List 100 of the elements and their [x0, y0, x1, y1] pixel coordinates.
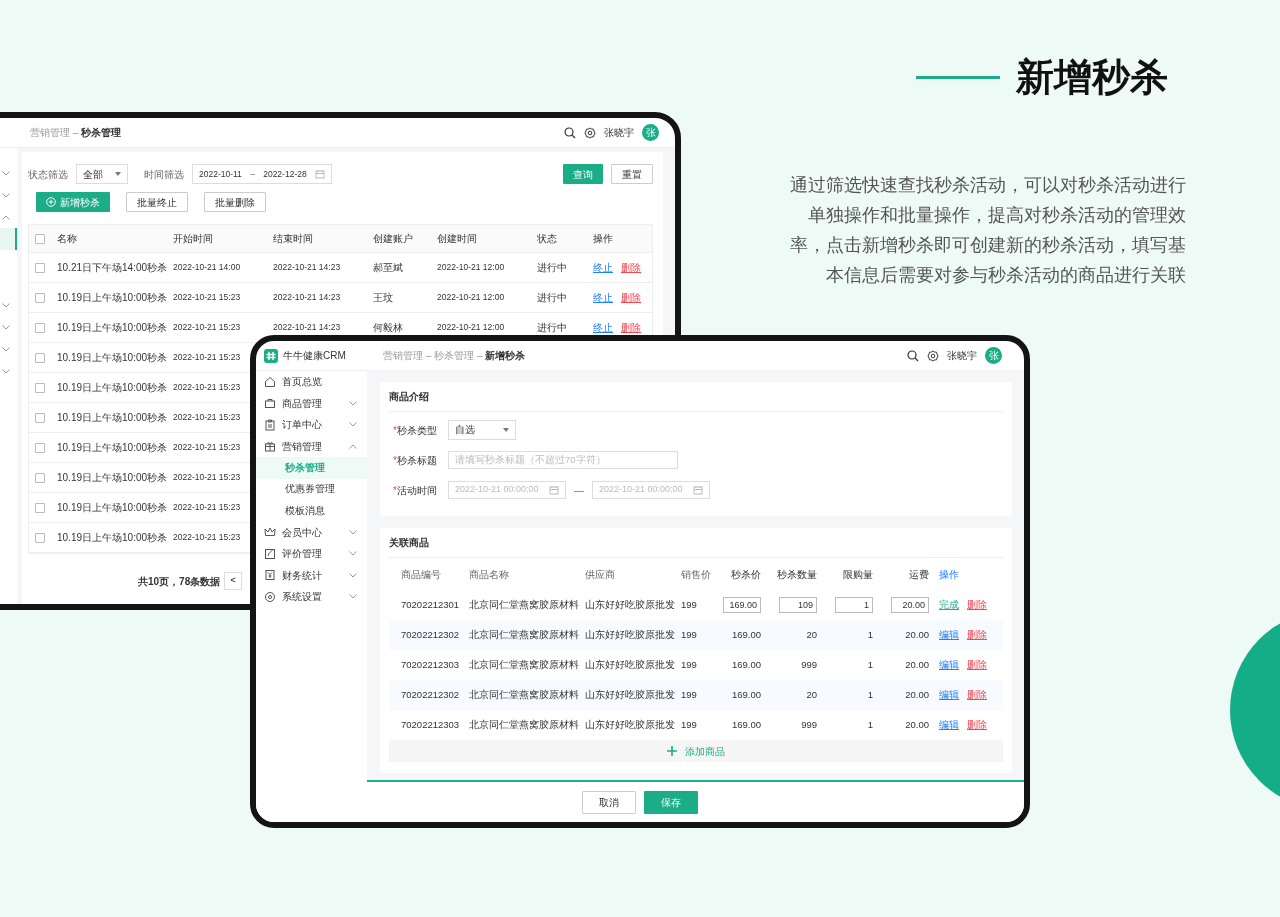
table-cell: 2022-10-21 15:23	[173, 351, 241, 364]
checkbox[interactable]	[35, 472, 45, 483]
number-input[interactable]: 169.00	[723, 597, 761, 613]
action-link[interactable]: 删除	[621, 290, 641, 305]
chevron-icon[interactable]	[2, 346, 10, 352]
table-cell: 2022-10-21 15:23	[173, 411, 241, 424]
table-cell-text: 169.00	[730, 717, 762, 732]
action-link[interactable]: 终止	[593, 320, 613, 335]
breadcrumb: 营销管理 – 秒杀管理	[30, 126, 122, 140]
checkbox[interactable]	[35, 233, 45, 244]
action-link[interactable]: 编辑	[939, 687, 959, 703]
type-select[interactable]: 自选	[448, 420, 516, 440]
batch-button[interactable]: 批量删除	[204, 192, 266, 212]
table-cell-text: 进行中	[537, 321, 567, 335]
edit-icon	[264, 547, 276, 560]
column-header: 结束时间	[273, 232, 313, 246]
reset-button[interactable]: 重置	[611, 164, 653, 184]
calendar-icon	[693, 485, 703, 495]
table-cell: 2022-10-21 15:23	[173, 501, 241, 514]
checkbox[interactable]	[35, 412, 45, 423]
table-cell-text: 山东好好吃胶原批发	[585, 687, 675, 702]
table-cell-text: 1	[866, 657, 874, 672]
chevron-icon[interactable]	[2, 214, 10, 220]
calendar-icon[interactable]	[314, 169, 325, 179]
action-link[interactable]: 编辑	[939, 627, 959, 643]
checkbox[interactable]	[35, 442, 45, 453]
menu-item[interactable]: 订单中心	[256, 414, 367, 436]
action-link[interactable]: 编辑	[939, 717, 959, 733]
table-cell-text: 10.19日上午场10:00秒杀	[57, 411, 168, 425]
checkbox[interactable]	[35, 322, 45, 333]
action-link[interactable]: 删除	[967, 627, 987, 643]
number-input[interactable]: 1	[835, 597, 873, 613]
search-icon[interactable]	[564, 126, 576, 139]
table-cell-text: 山东好好吃胶原批发	[585, 717, 675, 732]
save-button[interactable]: 保存	[644, 790, 698, 814]
batch-button[interactable]: 批量终止	[126, 192, 188, 212]
checkbox[interactable]	[35, 292, 45, 303]
action-link[interactable]: 删除	[967, 687, 987, 703]
cancel-button[interactable]: 取消	[582, 790, 636, 814]
menu-item[interactable]: 秒杀管理	[256, 457, 367, 479]
action-link[interactable]: 删除	[621, 260, 641, 275]
number-input[interactable]: 109	[779, 597, 817, 613]
settings-icon[interactable]	[584, 126, 596, 139]
add-product-button[interactable]: 添加商品	[389, 740, 1003, 762]
action-link[interactable]: 删除	[967, 717, 987, 733]
query-button[interactable]: 查询	[563, 164, 603, 184]
table-cell-text: 20.00	[904, 657, 930, 672]
action-link[interactable]: 完成	[939, 597, 959, 613]
table-cell-text: 北京同仁堂燕窝胶原材料	[469, 717, 579, 732]
action-link[interactable]: 删除	[967, 597, 987, 613]
bag-icon	[264, 397, 276, 410]
menu-item[interactable]: 首页总览	[256, 371, 367, 393]
checkbox[interactable]	[35, 532, 45, 543]
column-header: 运费	[908, 567, 930, 582]
calendar-icon	[549, 485, 559, 495]
menu-item[interactable]: 财务统计	[256, 564, 367, 586]
table-cell: 2022-10-21 15:23	[173, 531, 241, 544]
chevron-icon[interactable]	[2, 170, 10, 176]
action-link[interactable]: 删除	[621, 320, 641, 335]
chevron-icon[interactable]	[2, 324, 10, 330]
chevron-icon[interactable]	[2, 368, 10, 374]
caret-icon	[115, 172, 121, 176]
action-link[interactable]: 删除	[967, 657, 987, 673]
menu-item[interactable]: 优惠券管理	[256, 478, 367, 500]
action-link[interactable]: 终止	[593, 290, 613, 305]
number-input[interactable]: 20.00	[891, 597, 929, 613]
search-icon[interactable]	[907, 349, 919, 362]
table-cell: 2022-10-21 12:00	[437, 291, 505, 304]
description-text: 通过筛选快速查找秒杀活动，可以对秒杀活动进行单独操作和批量操作，提高对秒杀活动的管理效率，点击新增秒杀即可创建新的秒杀活动，填写基本信息后需要对参与秒杀活动的商品进行关联	[789, 174, 1186, 287]
settings-icon	[264, 590, 276, 603]
action-link[interactable]: 终止	[593, 260, 613, 275]
filter-label: 时间筛选	[144, 167, 184, 182]
menu-item[interactable]: 系统设置	[256, 586, 367, 608]
table-cell-text: 北京同仁堂燕窝胶原材料	[469, 627, 579, 642]
column-header: 供应商	[585, 567, 615, 582]
table-cell-text: 北京同仁堂燕窝胶原材料	[469, 597, 579, 612]
checkbox[interactable]	[35, 262, 45, 273]
table-cell-text: 199	[681, 687, 697, 702]
column-header: 开始时间	[173, 232, 213, 246]
user-avatar[interactable]: 张	[985, 347, 1002, 364]
action-link[interactable]: 编辑	[939, 657, 959, 673]
add-button[interactable]: 新增秒杀	[36, 192, 110, 212]
table-cell-text: 10.19日上午场10:00秒杀	[57, 351, 168, 365]
date-range-field[interactable]: 2022-10-11 – 2022-12-28	[192, 164, 332, 184]
menu-item[interactable]: 商品管理	[256, 392, 367, 414]
status-select[interactable]: 全部	[76, 164, 128, 184]
settings-icon[interactable]	[927, 349, 939, 362]
menu-item[interactable]: 模板消息	[256, 500, 367, 522]
menu-item[interactable]: 会员中心	[256, 521, 367, 543]
previous-page-button[interactable]: <	[224, 572, 243, 590]
table-cell-text: 10.21日下午场14:00秒杀	[57, 261, 168, 275]
checkbox[interactable]	[35, 502, 45, 513]
menu-item[interactable]: 营销管理	[256, 435, 367, 457]
chevron-icon[interactable]	[2, 302, 10, 308]
user-avatar[interactable]: 张	[642, 124, 659, 141]
section-title: 商品介绍	[389, 382, 1003, 412]
menu-item[interactable]: 评价管理	[256, 543, 367, 565]
checkbox[interactable]	[35, 382, 45, 393]
checkbox[interactable]	[35, 352, 45, 363]
chevron-icon[interactable]	[2, 192, 10, 198]
